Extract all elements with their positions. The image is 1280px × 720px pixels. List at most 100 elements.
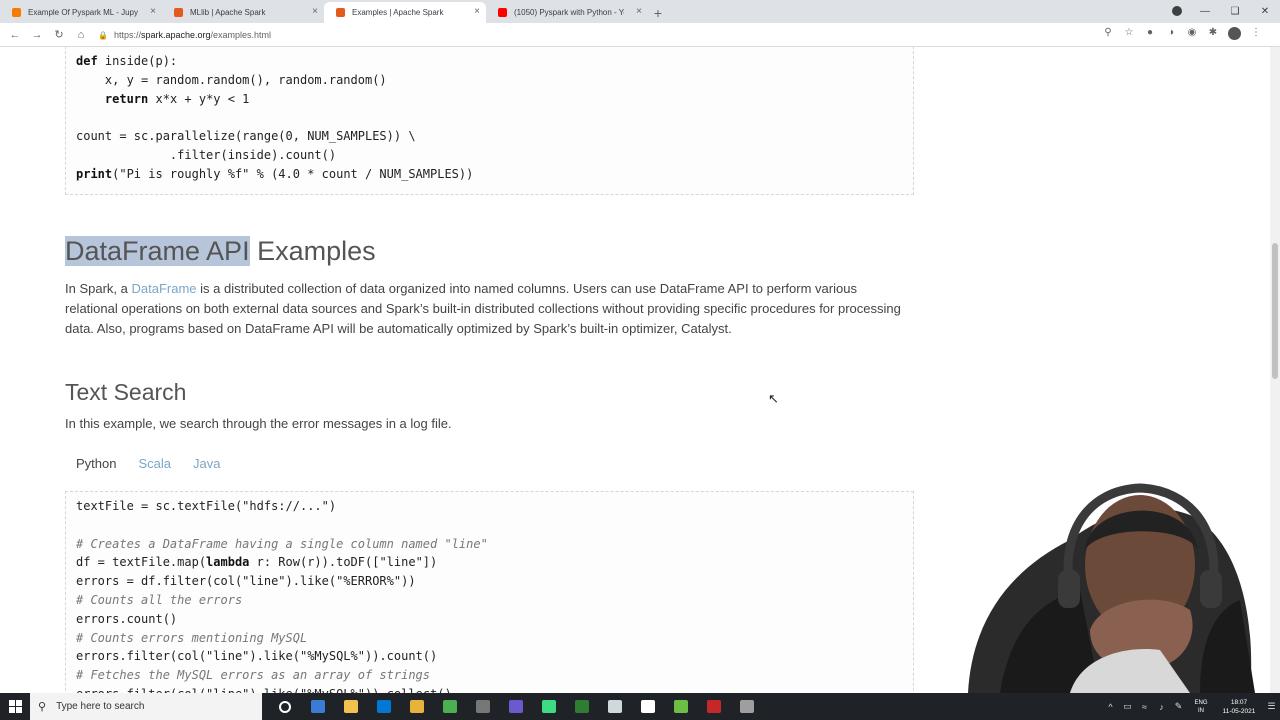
subsection-heading: Text Search bbox=[65, 379, 187, 405]
taskbar-app-icon[interactable] bbox=[532, 693, 565, 720]
lang-code: ENG bbox=[1194, 699, 1208, 706]
navigation-bar: ← → ↻ ⌂ 🔒 https://spark.apache.org/examp… bbox=[0, 23, 1280, 47]
browser-tab[interactable]: (1050) Pyspark with Python - Yo × bbox=[486, 2, 648, 23]
taskbar-app-icon[interactable] bbox=[631, 693, 664, 720]
section-intro: In Spark, a DataFrame is a distributed c… bbox=[65, 279, 905, 339]
close-window-icon[interactable]: ✕ bbox=[1250, 0, 1280, 22]
tab-scala[interactable]: Scala bbox=[127, 453, 182, 474]
extension-icon[interactable]: ◑ bbox=[1165, 27, 1177, 40]
heading-rest: Examples bbox=[249, 236, 376, 266]
page-scrollbar[interactable] bbox=[1270, 47, 1280, 693]
browser-tab[interactable]: MLlib | Apache Spark × bbox=[162, 2, 324, 23]
taskbar-app-icon[interactable] bbox=[565, 693, 598, 720]
back-icon[interactable]: ← bbox=[4, 29, 26, 41]
forward-icon[interactable]: → bbox=[26, 29, 48, 41]
heading-highlight: DataFrame API bbox=[65, 236, 250, 266]
tab-title: (1050) Pyspark with Python - Yo bbox=[514, 8, 624, 17]
taskbar-app-icon[interactable] bbox=[400, 693, 433, 720]
code-token: .filter(inside).count() bbox=[76, 147, 337, 162]
volume-icon[interactable]: ♪ bbox=[1153, 702, 1170, 712]
code-line: errors = df.filter(col("line").like("%ER… bbox=[76, 572, 903, 591]
language-indicator[interactable]: ENG IN bbox=[1187, 699, 1215, 715]
dataframe-link[interactable]: DataFrame bbox=[131, 281, 196, 296]
language-tabs: Python Scala Java bbox=[65, 453, 231, 474]
tab-favicon-icon bbox=[174, 8, 183, 17]
taskbar-app-icon[interactable] bbox=[730, 693, 763, 720]
search-icon: ⚲ bbox=[38, 701, 47, 713]
home-icon[interactable]: ⌂ bbox=[70, 29, 92, 41]
tab-close-icon[interactable]: × bbox=[150, 6, 156, 17]
taskbar-app-icon[interactable] bbox=[466, 693, 499, 720]
browser-tab[interactable]: Example Of Pyspark ML - Jupyter × bbox=[0, 2, 162, 23]
tray-chevron-icon[interactable]: ^ bbox=[1102, 702, 1119, 712]
extension-icon[interactable]: ● bbox=[1144, 27, 1156, 40]
extension-icon[interactable]: ◉ bbox=[1186, 27, 1198, 40]
code-line: errors.count() bbox=[76, 610, 903, 629]
tab-close-icon[interactable]: × bbox=[312, 6, 318, 17]
media-control-icon[interactable] bbox=[1172, 6, 1182, 16]
cortana-icon[interactable] bbox=[268, 693, 301, 720]
tab-close-icon[interactable]: × bbox=[636, 6, 642, 17]
tab-favicon-icon bbox=[12, 8, 21, 17]
code-token: x, y = random.random(), random.random() bbox=[76, 72, 387, 87]
mouse-cursor-icon: ↖ bbox=[768, 391, 779, 406]
pen-icon[interactable]: ✎ bbox=[1170, 701, 1187, 712]
code-line: errors.filter(col("line").like("%MySQL%"… bbox=[76, 685, 903, 693]
code-line: print("Pi is roughly %f" % (4.0 * count … bbox=[76, 165, 903, 184]
taskbar-app-icon[interactable] bbox=[697, 693, 730, 720]
code-token: errors.filter(col("line").like("%MySQL%"… bbox=[76, 649, 438, 664]
code-line: # Counts errors mentioning MySQL bbox=[76, 629, 903, 648]
taskbar-apps bbox=[268, 693, 763, 720]
taskbar-search[interactable]: ⚲ Type here to search bbox=[30, 693, 262, 720]
puzzle-icon[interactable]: ✱ bbox=[1207, 27, 1219, 40]
tab-title: Examples | Apache Spark bbox=[352, 8, 444, 17]
tab-favicon-icon bbox=[336, 8, 345, 17]
taskbar-app-icon[interactable] bbox=[598, 693, 631, 720]
code-token: print bbox=[76, 166, 113, 181]
bookmark-star-icon[interactable]: ☆ bbox=[1123, 27, 1135, 40]
scrollbar-thumb[interactable] bbox=[1272, 243, 1278, 379]
browser-tab[interactable]: Examples | Apache Spark × bbox=[324, 2, 486, 23]
code-token: x*x + y*y < 1 bbox=[148, 91, 250, 106]
code-token: # Counts all the errors bbox=[76, 592, 243, 607]
maximize-icon[interactable]: ❑ bbox=[1220, 0, 1250, 22]
menu-icon[interactable]: ⋮ bbox=[1250, 27, 1262, 40]
taskbar-app-icon[interactable] bbox=[334, 693, 367, 720]
code-token: r: Row(r)).toDF(["line"]) bbox=[249, 555, 438, 570]
address-bar[interactable]: 🔒 https://spark.apache.org/examples.html bbox=[98, 26, 1118, 44]
tab-python[interactable]: Python bbox=[65, 453, 127, 474]
taskbar-app-icon[interactable] bbox=[367, 693, 400, 720]
code-line: count = sc.parallelize(range(0, NUM_SAMP… bbox=[76, 127, 903, 146]
lock-icon: 🔒 bbox=[98, 30, 108, 40]
tab-close-icon[interactable]: × bbox=[474, 6, 480, 17]
intro-prefix: In Spark, a bbox=[65, 281, 132, 296]
notifications-icon[interactable]: ☰ bbox=[1263, 701, 1280, 712]
taskbar-app-icon[interactable] bbox=[664, 693, 697, 720]
taskbar-app-icon[interactable] bbox=[433, 693, 466, 720]
reload-icon[interactable]: ↻ bbox=[48, 28, 70, 41]
clock[interactable]: 18:07 11-05-2021 bbox=[1215, 698, 1263, 716]
code-block-pi: def inside(p): x, y = random.random(), r… bbox=[65, 47, 914, 195]
subsection-intro: In this example, we search through the e… bbox=[65, 416, 452, 431]
network-icon[interactable]: ≈ bbox=[1136, 702, 1153, 712]
taskbar-app-icon[interactable] bbox=[499, 693, 532, 720]
zoom-icon[interactable]: ⚲ bbox=[1102, 27, 1114, 40]
window-controls: — ❑ ✕ bbox=[1190, 0, 1280, 22]
tab-java[interactable]: Java bbox=[182, 453, 231, 474]
battery-icon[interactable]: ▭ bbox=[1119, 701, 1136, 712]
code-line: return x*x + y*y < 1 bbox=[76, 90, 903, 109]
windows-start-icon[interactable] bbox=[0, 693, 30, 720]
lang-region: IN bbox=[1198, 707, 1204, 714]
code-token: # Counts errors mentioning MySQL bbox=[76, 630, 308, 645]
code-token: errors.count() bbox=[76, 611, 178, 626]
code-line: df = textFile.map(lambda r: Row(r)).toDF… bbox=[76, 553, 903, 572]
new-tab-button[interactable]: + bbox=[648, 2, 668, 23]
clock-date: 11-05-2021 bbox=[1222, 707, 1256, 715]
code-token: inside(p): bbox=[104, 54, 178, 68]
code-line: .filter(inside).count() bbox=[76, 146, 903, 165]
minimize-icon[interactable]: — bbox=[1190, 0, 1220, 22]
avatar[interactable] bbox=[1228, 27, 1241, 40]
taskbar-app-icon[interactable] bbox=[301, 693, 334, 720]
